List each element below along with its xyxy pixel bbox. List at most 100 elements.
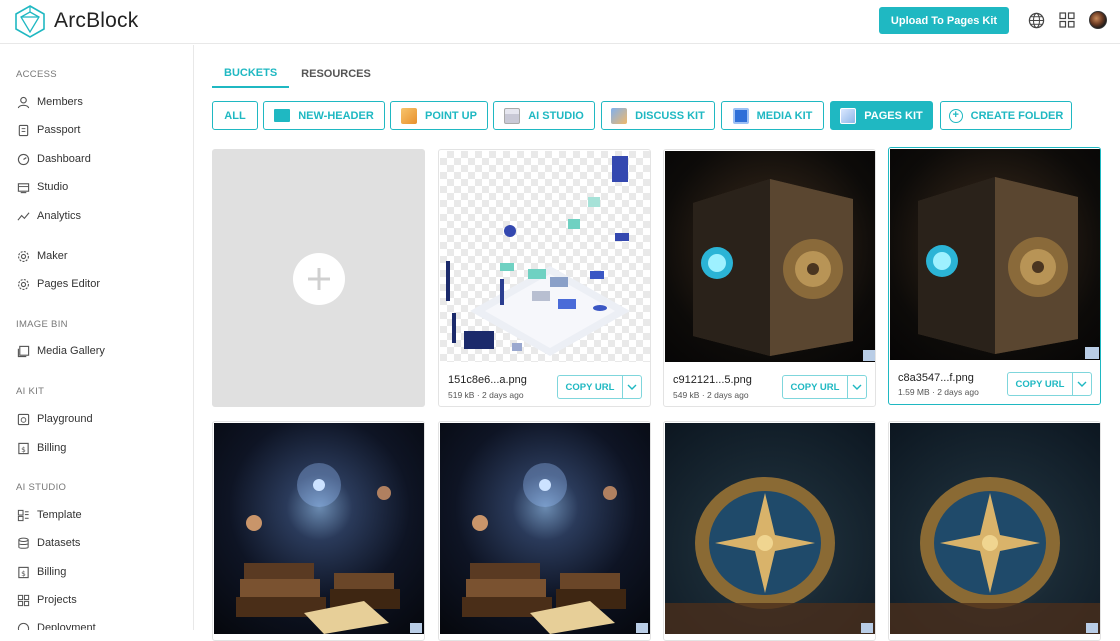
user-avatar[interactable] bbox=[1089, 11, 1107, 29]
filter-label: NEW-HEADER bbox=[298, 109, 374, 122]
sidebar-item-dashboard[interactable]: Dashboard bbox=[16, 151, 91, 167]
sidebar-item-pages-editor[interactable]: Pages Editor bbox=[16, 276, 100, 292]
filter-all-button[interactable]: ALL bbox=[212, 101, 258, 130]
sidebar-item-label: Projects bbox=[37, 594, 77, 606]
section-title-ai-kit: AI KIT bbox=[16, 386, 45, 397]
sidebar-item-label: Analytics bbox=[37, 210, 82, 222]
database-icon bbox=[16, 536, 30, 550]
image-thumbnail[interactable] bbox=[440, 423, 650, 634]
space-books-image bbox=[236, 463, 422, 634]
user-icon bbox=[16, 95, 30, 109]
sidebar-item-label: Media Gallery bbox=[37, 345, 105, 357]
image-card[interactable] bbox=[888, 421, 1101, 641]
top-header: ArcBlock Upload To Pages Kit bbox=[0, 0, 1120, 44]
file-meta: 519 kB · 2 days ago bbox=[448, 390, 524, 400]
copy-url-button[interactable]: COPY URL bbox=[783, 376, 848, 398]
arcblock-logo-icon bbox=[15, 5, 45, 38]
sidebar-item-label: Deployment bbox=[37, 622, 96, 630]
sidebar-item-media-gallery[interactable]: Media Gallery bbox=[16, 343, 105, 359]
plus-circle-icon: + bbox=[948, 108, 963, 123]
copy-url-split-button: COPY URL bbox=[782, 375, 867, 399]
filter-label: CREATE FOLDER bbox=[970, 109, 1064, 122]
deployment-icon bbox=[16, 621, 30, 630]
upload-to-pages-kit-button[interactable]: Upload To Pages Kit bbox=[879, 7, 1009, 34]
logo-text: ArcBlock bbox=[54, 9, 139, 32]
file-meta: 549 kB · 2 days ago bbox=[673, 390, 749, 400]
copy-url-button[interactable]: COPY URL bbox=[558, 376, 623, 398]
template-icon bbox=[16, 508, 30, 522]
sidebar-item-billing[interactable]: $ Billing bbox=[16, 440, 66, 456]
tab-resources[interactable]: RESOURCES bbox=[289, 60, 383, 88]
sidebar-item-datasets[interactable]: Datasets bbox=[16, 535, 80, 551]
image-card[interactable] bbox=[212, 421, 425, 641]
chevron-down-icon[interactable] bbox=[1073, 373, 1091, 395]
image-thumbnail[interactable] bbox=[214, 423, 424, 634]
projects-grid-icon bbox=[16, 593, 30, 607]
filter-pages-kit-button[interactable]: PAGES KIT bbox=[830, 101, 933, 130]
filter-discuss-kit-button[interactable]: DISCUSS KIT bbox=[601, 101, 715, 130]
folder-icon bbox=[274, 109, 291, 122]
isometric-illustration-image bbox=[446, 156, 630, 356]
sidebar-item-label: Dashboard bbox=[37, 153, 91, 165]
sidebar-item-billing-studio[interactable]: $ Billing bbox=[16, 564, 66, 580]
upload-new-image-card[interactable] bbox=[212, 149, 425, 407]
sidebar-item-label: Passport bbox=[37, 124, 81, 136]
sidebar-item-label: Billing bbox=[37, 442, 67, 454]
section-title-access: ACCESS bbox=[16, 69, 57, 80]
apps-grid-icon[interactable] bbox=[1058, 11, 1076, 29]
golden-compass-image bbox=[890, 477, 1100, 634]
copy-url-button[interactable]: COPY URL bbox=[1008, 373, 1073, 395]
copy-url-split-button: COPY URL bbox=[557, 375, 642, 399]
globe-icon[interactable] bbox=[1027, 11, 1045, 29]
sidebar-item-label: Maker bbox=[37, 250, 68, 262]
image-card[interactable] bbox=[663, 421, 876, 641]
point-up-icon bbox=[401, 107, 418, 124]
filter-ai-studio-button[interactable]: AI STUDIO bbox=[493, 101, 595, 130]
image-thumbnail[interactable] bbox=[890, 423, 1100, 634]
ai-studio-icon bbox=[504, 107, 521, 124]
sidebar-item-label: Datasets bbox=[37, 537, 81, 549]
sidebar-item-playground[interactable]: Playground bbox=[16, 411, 93, 427]
image-thumbnail[interactable] bbox=[665, 151, 875, 362]
gear-icon bbox=[16, 249, 30, 263]
filter-media-kit-button[interactable]: MEDIA KIT bbox=[721, 101, 824, 130]
space-books-image bbox=[462, 463, 648, 634]
sidebar-item-deployment[interactable]: Deployment bbox=[16, 620, 96, 630]
tab-buckets[interactable]: BUCKETS bbox=[212, 60, 290, 88]
gallery-icon bbox=[16, 344, 30, 358]
golden-compass-image bbox=[665, 477, 875, 634]
sidebar-item-label: Billing bbox=[37, 566, 67, 578]
sidebar-item-maker[interactable]: Maker bbox=[16, 248, 68, 264]
sidebar-item-passport[interactable]: Passport bbox=[16, 122, 80, 138]
sidebar-item-label: Studio bbox=[37, 181, 69, 193]
sidebar-item-members[interactable]: Members bbox=[16, 94, 83, 110]
chevron-down-icon[interactable] bbox=[623, 376, 641, 398]
filter-new-header-button[interactable]: NEW-HEADER bbox=[263, 101, 385, 130]
svg-text:$: $ bbox=[21, 444, 26, 453]
sidebar-item-projects[interactable]: Projects bbox=[16, 592, 77, 608]
copy-url-split-button: COPY URL bbox=[1007, 372, 1092, 396]
image-card[interactable]: 151c8e6...a.png 519 kB · 2 days ago COPY… bbox=[438, 149, 651, 407]
create-folder-button[interactable]: + CREATE FOLDER bbox=[940, 101, 1072, 130]
image-card[interactable] bbox=[438, 421, 651, 641]
filter-label: PAGES KIT bbox=[864, 109, 923, 122]
file-name: c912121...5.png bbox=[673, 374, 752, 386]
playground-icon bbox=[16, 412, 30, 426]
chevron-down-icon[interactable] bbox=[848, 376, 866, 398]
file-meta: 1.59 MB · 2 days ago bbox=[898, 387, 979, 397]
sidebar-item-template[interactable]: Template bbox=[16, 507, 82, 523]
gear-icon bbox=[16, 277, 30, 291]
arcblock-logo[interactable]: ArcBlock bbox=[14, 4, 138, 38]
image-thumbnail[interactable] bbox=[890, 149, 1100, 360]
image-card[interactable]: c912121...5.png 549 kB · 2 days ago COPY… bbox=[663, 149, 876, 407]
image-thumbnail[interactable] bbox=[440, 151, 650, 362]
sidebar-item-label: Pages Editor bbox=[37, 278, 100, 290]
filter-point-up-button[interactable]: POINT UP bbox=[390, 101, 488, 130]
passport-icon bbox=[16, 123, 30, 137]
section-title-ai-studio: AI STUDIO bbox=[16, 482, 67, 493]
vault-safe-image bbox=[918, 177, 1099, 359]
image-thumbnail[interactable] bbox=[665, 423, 875, 634]
sidebar-item-studio[interactable]: Studio bbox=[16, 179, 68, 195]
sidebar-item-analytics[interactable]: Analytics bbox=[16, 208, 81, 224]
image-card-selected[interactable]: c8a3547...f.png 1.59 MB · 2 days ago COP… bbox=[888, 147, 1101, 405]
